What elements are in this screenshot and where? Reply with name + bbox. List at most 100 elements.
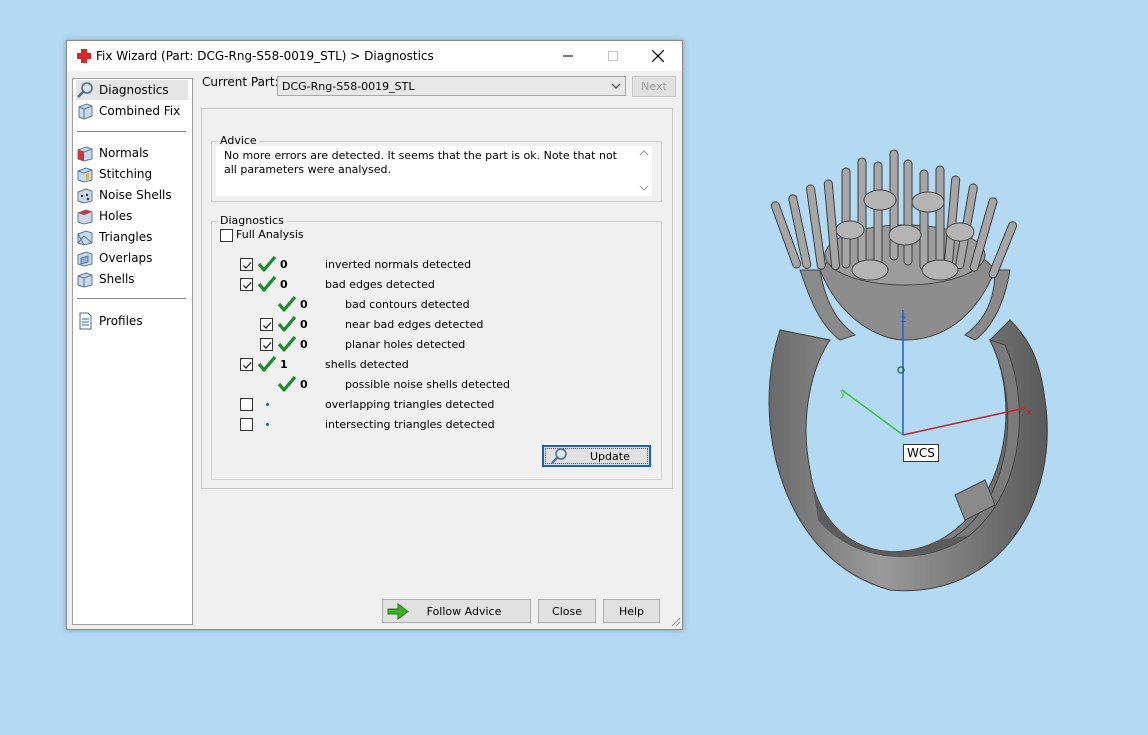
nav-label: Profiles bbox=[99, 314, 143, 328]
ok-check-icon bbox=[258, 356, 276, 372]
combined-fix-icon bbox=[78, 103, 93, 120]
profiles-icon bbox=[79, 312, 92, 330]
maximize-button[interactable] bbox=[590, 41, 635, 71]
diag-label: possible noise shells detected bbox=[345, 378, 511, 391]
nav-label: Triangles bbox=[99, 230, 153, 244]
ok-check-icon bbox=[278, 336, 296, 352]
diagnostics-title: Diagnostics bbox=[218, 214, 286, 227]
diag-count: 0 bbox=[300, 298, 308, 311]
diag-checkbox[interactable] bbox=[240, 398, 253, 411]
checkbox-check-icon bbox=[243, 262, 252, 269]
nav-label: Normals bbox=[99, 146, 149, 160]
nav-item-triangles[interactable]: Triangles bbox=[76, 227, 188, 247]
diag-count: 0 bbox=[300, 338, 308, 351]
minimize-button[interactable] bbox=[545, 41, 590, 71]
nav-label: Overlaps bbox=[99, 251, 153, 265]
advice-text: No more errors are detected. It seems th… bbox=[224, 149, 624, 177]
next-button[interactable]: Next bbox=[632, 76, 676, 97]
diag-label: overlapping triangles detected bbox=[325, 398, 495, 411]
checkbox-check-icon bbox=[243, 282, 252, 289]
update-button[interactable]: Update bbox=[542, 445, 651, 467]
diag-count: 1 bbox=[280, 358, 288, 371]
red-cross-icon bbox=[77, 49, 91, 63]
help-button[interactable]: Help bbox=[603, 599, 660, 623]
diag-count: 0 bbox=[300, 378, 308, 391]
nav-separator bbox=[77, 298, 186, 299]
overlaps-icon bbox=[77, 251, 93, 267]
nav-item-normals[interactable]: Normals bbox=[76, 143, 188, 163]
pending-dot-icon bbox=[266, 403, 269, 406]
nav-item-diagnostics[interactable]: Diagnostics bbox=[76, 80, 188, 100]
diag-checkbox[interactable] bbox=[260, 338, 273, 351]
nav-label: Noise Shells bbox=[99, 188, 172, 202]
nav-label: Holes bbox=[99, 209, 133, 223]
diag-count: 0 bbox=[280, 258, 288, 271]
axis-x-label: x bbox=[1026, 407, 1032, 418]
diag-checkbox[interactable] bbox=[260, 318, 273, 331]
advice-scrollbar[interactable] bbox=[636, 146, 652, 196]
diag-count: 0 bbox=[280, 278, 288, 291]
diag-checkbox[interactable] bbox=[240, 418, 253, 431]
noise-shells-icon bbox=[77, 188, 93, 204]
diag-label: bad edges detected bbox=[325, 278, 435, 291]
diag-checkbox[interactable] bbox=[240, 278, 253, 291]
green-arrow-icon bbox=[387, 603, 409, 620]
magnifier-icon bbox=[551, 448, 567, 464]
diag-label: bad contours detected bbox=[345, 298, 470, 311]
window-title: Fix Wizard (Part: DCG-Rng-S58-0019_STL) … bbox=[96, 49, 434, 63]
nav-label: Combined Fix bbox=[99, 104, 181, 118]
resize-grip-icon[interactable] bbox=[671, 617, 681, 627]
diag-label: planar holes detected bbox=[345, 338, 466, 351]
nav-item-shells[interactable]: Shells bbox=[76, 269, 188, 289]
holes-icon bbox=[77, 209, 93, 225]
pending-dot-icon bbox=[266, 423, 269, 426]
sidebar-nav: Diagnostics Combined Fix Normals Stitchi… bbox=[72, 78, 193, 625]
current-part-label: Current Part: bbox=[202, 75, 279, 89]
diag-label: intersecting triangles detected bbox=[325, 418, 495, 431]
scroll-up-icon bbox=[639, 150, 649, 156]
nav-label: Shells bbox=[99, 272, 135, 286]
follow-advice-label: Follow Advice bbox=[426, 604, 502, 618]
diag-checkbox[interactable] bbox=[240, 358, 253, 371]
ok-check-icon bbox=[278, 316, 296, 332]
triangles-icon bbox=[77, 230, 93, 246]
axis-z-label: z bbox=[901, 314, 906, 325]
full-analysis-label: Full Analysis bbox=[236, 228, 304, 241]
current-part-select[interactable]: DCG-Rng-S58-0019_STL bbox=[277, 76, 626, 96]
diag-label: near bad edges detected bbox=[345, 318, 484, 331]
nav-item-combined-fix[interactable]: Combined Fix bbox=[76, 101, 188, 121]
checkbox-check-icon bbox=[263, 322, 272, 329]
magnifier-icon bbox=[77, 82, 93, 98]
maximize-icon bbox=[607, 51, 618, 61]
wcs-label: WCS bbox=[903, 444, 939, 462]
ok-check-icon bbox=[258, 276, 276, 292]
nav-item-stitching[interactable]: Stitching bbox=[76, 164, 188, 184]
stitching-icon bbox=[77, 167, 93, 183]
full-analysis-checkbox[interactable] bbox=[220, 229, 233, 242]
ring-3d-model[interactable]: x y z bbox=[740, 140, 1070, 600]
nav-separator bbox=[77, 131, 186, 132]
title-bar[interactable]: Fix Wizard (Part: DCG-Rng-S58-0019_STL) … bbox=[67, 41, 682, 71]
follow-advice-button[interactable]: Follow Advice bbox=[382, 599, 531, 623]
advice-textbox: No more errors are detected. It seems th… bbox=[216, 146, 636, 196]
ok-check-icon bbox=[278, 296, 296, 312]
nav-item-holes[interactable]: Holes bbox=[76, 206, 188, 226]
diag-checkbox[interactable] bbox=[240, 258, 253, 271]
shells-icon bbox=[77, 272, 93, 288]
scroll-down-icon bbox=[639, 185, 649, 191]
minimize-icon bbox=[562, 55, 573, 57]
current-part-value: DCG-Rng-S58-0019_STL bbox=[282, 80, 415, 93]
nav-item-profiles[interactable]: Profiles bbox=[76, 311, 188, 331]
checkbox-check-icon bbox=[243, 362, 252, 369]
axis-y-label: y bbox=[840, 388, 846, 399]
ok-check-icon bbox=[258, 256, 276, 272]
update-label: Update bbox=[590, 450, 630, 463]
nav-label: Diagnostics bbox=[99, 83, 169, 97]
advice-group: Advice No more errors are detected. It s… bbox=[211, 134, 662, 202]
chevron-down-icon bbox=[611, 83, 621, 89]
close-button[interactable]: Close bbox=[538, 599, 596, 623]
nav-item-noise-shells[interactable]: Noise Shells bbox=[76, 185, 188, 205]
nav-item-overlaps[interactable]: Overlaps bbox=[76, 248, 188, 268]
normals-icon bbox=[77, 146, 93, 162]
close-window-button[interactable] bbox=[635, 41, 680, 71]
